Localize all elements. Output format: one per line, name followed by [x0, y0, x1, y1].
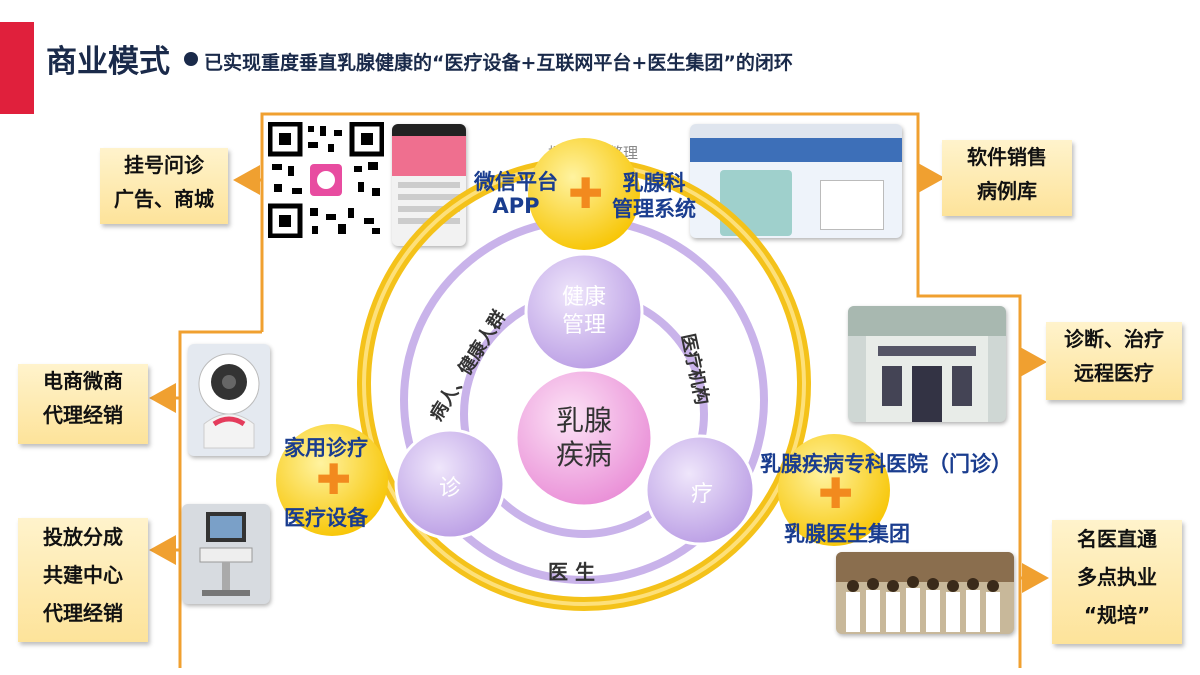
plus-icon: ✚ — [316, 455, 352, 504]
node-home-care: 家用诊疗 — [284, 436, 368, 460]
node-medical-device: 医疗设备 — [284, 506, 368, 530]
node-breast-system: 乳腺科 管理系统 — [612, 170, 696, 222]
node-doctor-group: 乳腺医生集团 — [784, 522, 910, 546]
core-label: 乳腺 疾病 — [532, 404, 636, 472]
health-label: 健康 管理 — [540, 284, 628, 340]
plus-icon: ✚ — [568, 169, 604, 218]
node-line: 微信平台 — [474, 170, 558, 194]
diagnose-label: 诊 — [438, 476, 461, 501]
node-line: 乳腺科 — [622, 171, 686, 195]
core-line: 疾病 — [555, 438, 612, 471]
node-wechat-app: 微信平台 APP — [474, 170, 558, 218]
node-line: 管理系统 — [612, 197, 696, 221]
rim-label-doctors: 医 生 — [548, 560, 595, 584]
health-line: 健康 — [561, 285, 606, 310]
node-line: APP — [492, 194, 540, 218]
health-line: 管理 — [561, 313, 606, 338]
plus-icon: ✚ — [818, 469, 854, 518]
core-line: 乳腺 — [555, 404, 612, 437]
node-specialty-hospital: 乳腺疾病专科医院（门诊） — [760, 452, 1012, 476]
treat-label: 疗 — [690, 482, 713, 507]
